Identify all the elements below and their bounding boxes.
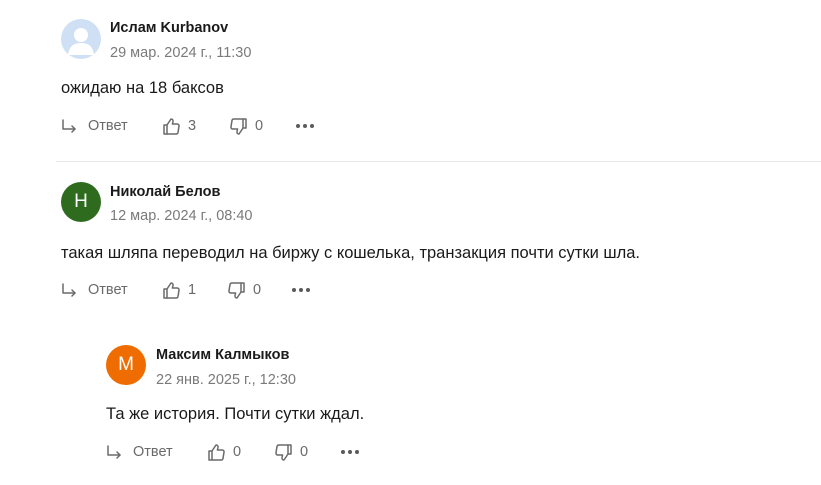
dislike-button[interactable]: 0 bbox=[227, 278, 261, 302]
thumbs-up-icon bbox=[163, 281, 180, 299]
reply-label: Ответ bbox=[133, 444, 173, 460]
comment-author[interactable]: Ислам Kurbanov bbox=[110, 20, 228, 36]
comment-date: 29 мар. 2024 г., 11:30 bbox=[110, 45, 252, 61]
reply-arrow-icon bbox=[62, 118, 76, 133]
comment-date: 12 мар. 2024 г., 08:40 bbox=[110, 208, 253, 224]
reply-button[interactable]: Ответ bbox=[61, 278, 128, 302]
avatar[interactable]: М bbox=[106, 345, 146, 385]
dislike-button[interactable]: 0 bbox=[274, 440, 308, 464]
more-options-button[interactable] bbox=[295, 114, 315, 138]
dislike-count: 0 bbox=[253, 282, 262, 298]
comment-text: такая шляпа переводил на биржу с кошельк… bbox=[61, 244, 641, 262]
comment-text: ожидаю на 18 баксов bbox=[61, 79, 224, 97]
thumbs-down-icon bbox=[275, 443, 292, 461]
reply-arrow-icon bbox=[62, 282, 76, 297]
avatar-initial: М bbox=[118, 354, 134, 375]
like-count: 0 bbox=[233, 444, 242, 460]
comment-author[interactable]: Николай Белов bbox=[110, 184, 220, 200]
comment-date: 22 янв. 2025 г., 12:30 bbox=[156, 372, 296, 388]
reply-button[interactable]: Ответ bbox=[106, 440, 173, 464]
more-dots-icon bbox=[296, 124, 314, 128]
thumbs-down-icon bbox=[230, 117, 247, 135]
more-dots-icon bbox=[341, 450, 359, 454]
like-count: 1 bbox=[188, 282, 197, 298]
thumbs-up-icon bbox=[208, 443, 225, 461]
dislike-button[interactable]: 0 bbox=[229, 114, 263, 138]
like-count: 3 bbox=[188, 118, 197, 134]
like-button[interactable]: 3 bbox=[162, 114, 196, 138]
divider bbox=[56, 161, 821, 162]
reply-label: Ответ bbox=[88, 282, 128, 298]
avatar[interactable] bbox=[61, 19, 101, 59]
avatar[interactable]: Н bbox=[61, 182, 101, 222]
thumbs-up-icon bbox=[163, 117, 180, 135]
user-silhouette-icon bbox=[68, 28, 94, 55]
dislike-count: 0 bbox=[300, 444, 309, 460]
reply-button[interactable]: Ответ bbox=[61, 114, 128, 138]
comment-author[interactable]: Максим Калмыков bbox=[156, 347, 289, 363]
more-options-button[interactable] bbox=[340, 440, 360, 464]
thumbs-down-icon bbox=[228, 281, 245, 299]
like-button[interactable]: 1 bbox=[162, 278, 196, 302]
like-button[interactable]: 0 bbox=[207, 440, 241, 464]
comment-text: Та же история. Почти сутки ждал. bbox=[106, 405, 365, 423]
reply-label: Ответ bbox=[88, 118, 128, 134]
avatar-initial: Н bbox=[74, 191, 88, 212]
more-dots-icon bbox=[292, 288, 310, 292]
more-options-button[interactable] bbox=[291, 278, 311, 302]
dislike-count: 0 bbox=[255, 118, 264, 134]
reply-arrow-icon bbox=[107, 444, 121, 459]
